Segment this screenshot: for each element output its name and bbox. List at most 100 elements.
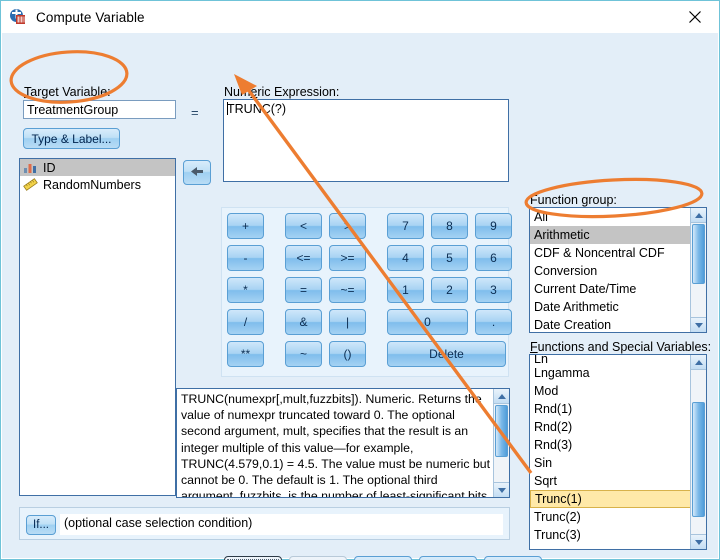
function-group-list-item[interactable]: Date Arithmetic: [530, 298, 706, 316]
function-group-list-item[interactable]: Conversion: [530, 262, 706, 280]
keypad-key-label: 0: [424, 315, 431, 329]
function-list-item[interactable]: Sin: [530, 454, 706, 472]
keypad-row: - <= >= 4 5 6: [227, 245, 512, 271]
type-and-label-button[interactable]: Type & Label...: [23, 128, 120, 149]
function-list-item[interactable]: Sqrt: [530, 472, 706, 490]
reset-button[interactable]: Reset: [354, 556, 412, 560]
keypad-key-1[interactable]: 1: [387, 277, 424, 303]
function-group-list-item-label: Arithmetic: [534, 228, 590, 242]
keypad-key-[interactable]: <=: [285, 245, 322, 271]
function-list-item[interactable]: Rnd(3): [530, 436, 706, 454]
keypad-key-label: 4: [402, 251, 409, 265]
function-list-item[interactable]: Trunc(1): [530, 490, 706, 508]
spss-logo-icon: [9, 8, 27, 26]
list-item-label: ID: [43, 160, 56, 175]
keypad-key-3[interactable]: 3: [475, 277, 512, 303]
function-group-scrollbar[interactable]: [690, 208, 706, 332]
keypad-row: * = ~= 1 2 3: [227, 277, 512, 303]
function-group-list-item[interactable]: Date Creation: [530, 316, 706, 332]
function-group-label: Function group:: [530, 193, 617, 207]
scroll-up-button[interactable]: [691, 355, 706, 370]
scroll-up-button[interactable]: [691, 208, 706, 223]
keypad-key-9[interactable]: 9: [475, 213, 512, 239]
numeric-expression-box[interactable]: TRUNC(?): [223, 99, 509, 182]
keypad-key-[interactable]: +: [227, 213, 264, 239]
keypad-key-2[interactable]: 2: [431, 277, 468, 303]
keypad-key-[interactable]: ~=: [329, 277, 366, 303]
help-button[interactable]: Help: [484, 556, 542, 560]
if-condition-field[interactable]: (optional case selection condition): [60, 514, 503, 535]
scrollbar-thumb[interactable]: [692, 402, 705, 517]
function-list-item-label: Rnd(1): [534, 402, 573, 416]
keypad-key-[interactable]: .: [475, 309, 512, 335]
keypad-row: ** ~ () Delete: [227, 341, 506, 367]
cancel-button[interactable]: Cancel: [419, 556, 477, 560]
close-icon[interactable]: [677, 5, 713, 29]
keypad-key-4[interactable]: 4: [387, 245, 424, 271]
keypad-key-[interactable]: >=: [329, 245, 366, 271]
chevron-down-icon: [694, 322, 703, 328]
keypad-key-7[interactable]: 7: [387, 213, 424, 239]
function-group-list-item[interactable]: Current Date/Time: [530, 280, 706, 298]
keypad-key-label: >: [343, 219, 351, 233]
function-group-list-item[interactable]: CDF & Noncentral CDF: [530, 244, 706, 262]
target-variable-input[interactable]: [23, 100, 176, 119]
keypad-key-[interactable]: ~: [285, 341, 322, 367]
function-list-item[interactable]: Trunc(2): [530, 508, 706, 526]
chevron-down-icon: [694, 539, 703, 545]
functions-scrollbar[interactable]: [690, 355, 706, 549]
list-item-id[interactable]: ID: [20, 159, 175, 176]
chevron-up-icon: [497, 393, 506, 399]
keypad-key-label: +: [241, 219, 249, 233]
source-variable-list[interactable]: ID RandomNumbers: [19, 158, 176, 496]
keypad-key-delete[interactable]: Delete: [387, 341, 506, 367]
keypad-key-[interactable]: (): [329, 341, 366, 367]
function-list-item[interactable]: Mod: [530, 382, 706, 400]
scroll-down-button[interactable]: [691, 317, 706, 332]
description-scrollbar[interactable]: [493, 389, 509, 497]
compute-variable-dialog: Compute Variable Target Variable: = Type…: [0, 0, 720, 560]
keypad-key-0[interactable]: 0: [387, 309, 468, 335]
list-item-randomnumbers[interactable]: RandomNumbers: [20, 176, 175, 193]
dialog-body: Target Variable: = Type & Label... ID: [2, 33, 718, 560]
keypad-key-5[interactable]: 5: [431, 245, 468, 271]
function-list-item[interactable]: Rnd(1): [530, 400, 706, 418]
keypad-key-label: 2: [446, 283, 453, 297]
function-group-list-item[interactable]: All: [530, 208, 706, 226]
function-group-list-item-label: Date Creation: [534, 318, 612, 332]
if-button[interactable]: If...: [26, 515, 56, 535]
keypad-key-label: (): [343, 347, 352, 361]
keypad-key-[interactable]: -: [227, 245, 264, 271]
keypad-key-8[interactable]: 8: [431, 213, 468, 239]
functions-list[interactable]: Ln Lngamma Mod Rnd(1) Rnd(2) Rnd(3) Sin Sqrt Tru…: [529, 354, 707, 550]
keypad-key-[interactable]: &: [285, 309, 322, 335]
keypad-key-[interactable]: /: [227, 309, 264, 335]
function-list-item-label: Sin: [534, 456, 553, 470]
keypad-key-[interactable]: |: [329, 309, 366, 335]
function-group-list-item[interactable]: Arithmetic: [530, 226, 706, 244]
move-to-expression-button[interactable]: [183, 160, 211, 185]
scrollbar-thumb[interactable]: [495, 405, 508, 457]
scroll-up-button[interactable]: [494, 389, 509, 404]
keypad-key-[interactable]: >: [329, 213, 366, 239]
keypad-key-label: *: [243, 283, 248, 297]
numeric-expression-label: Numeric Expression:: [224, 85, 340, 99]
keypad-key-[interactable]: <: [285, 213, 322, 239]
scroll-down-button[interactable]: [691, 534, 706, 549]
function-list-item[interactable]: Ln: [530, 355, 706, 364]
keypad-key-[interactable]: **: [227, 341, 264, 367]
keypad-key-6[interactable]: 6: [475, 245, 512, 271]
function-group-list[interactable]: All Arithmetic CDF & Noncentral CDF Convers…: [529, 207, 707, 333]
keypad-key-label: |: [345, 315, 350, 329]
function-list-item-label: Ln: [534, 355, 548, 364]
keypad-key-label: .: [491, 315, 496, 329]
keypad-key-label: /: [243, 315, 248, 329]
function-list-item[interactable]: Trunc(3): [530, 526, 706, 544]
scroll-down-button[interactable]: [494, 482, 509, 497]
keypad-key-[interactable]: *: [227, 277, 264, 303]
function-list-item[interactable]: Rnd(2): [530, 418, 706, 436]
function-description-box: TRUNC(numexpr[,mult,fuzzbits]). Numeric.…: [176, 388, 510, 498]
scrollbar-thumb[interactable]: [692, 224, 705, 284]
keypad-key-[interactable]: =: [285, 277, 322, 303]
function-list-item[interactable]: Lngamma: [530, 364, 706, 382]
